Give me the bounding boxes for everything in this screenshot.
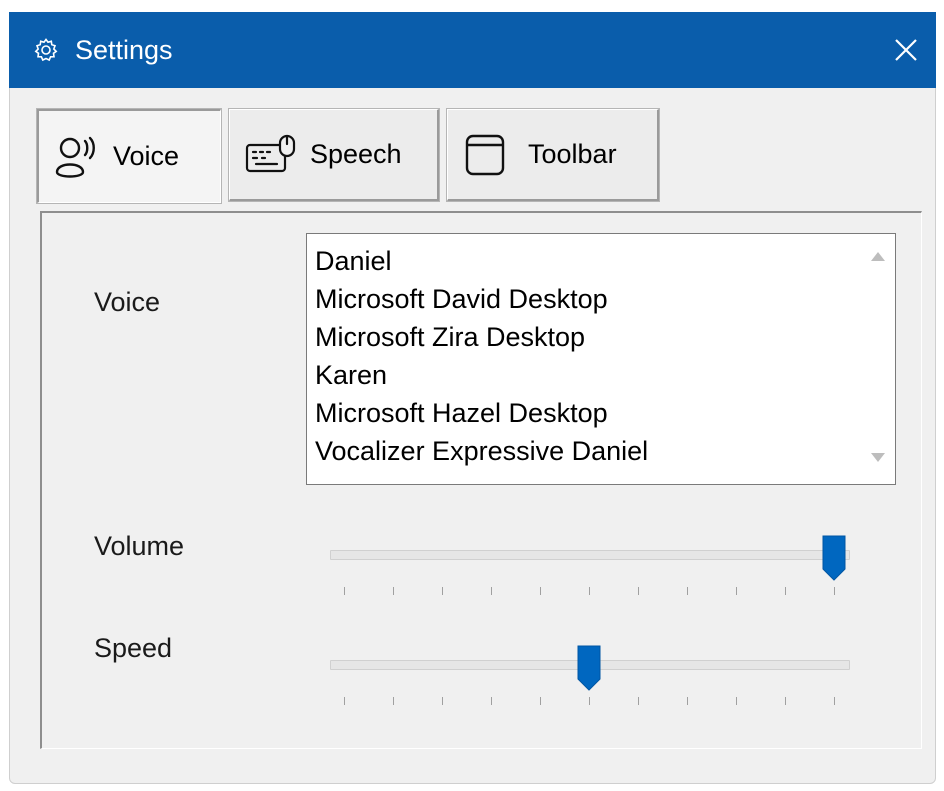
slider-tick [736, 587, 737, 595]
voice-label: Voice [94, 287, 161, 317]
slider-tick [344, 697, 345, 705]
tab-voice-label: Voice [113, 141, 180, 171]
voice-list-item[interactable]: Karen [315, 356, 855, 394]
keyboard-mouse-icon [244, 133, 300, 177]
speed-slider-thumb[interactable] [577, 645, 601, 691]
voice-list-item[interactable]: Daniel [315, 242, 855, 280]
slider-tick [491, 587, 492, 595]
voice-list-item[interactable]: Microsoft Hazel Desktop [315, 394, 855, 432]
scroll-down-arrow-icon[interactable] [871, 453, 885, 462]
settings-window: Settings Voice Speech Toolbar Voice Dani… [9, 12, 936, 784]
volume-slider-track[interactable] [330, 550, 850, 560]
volume-slider[interactable] [330, 535, 850, 609]
slider-tick [834, 697, 835, 705]
voice-list-item[interactable]: Microsoft Zira Desktop [315, 318, 855, 356]
window-icon [464, 132, 506, 178]
tab-voice[interactable]: Voice [36, 108, 222, 204]
slider-tick [785, 587, 786, 595]
window-title: Settings [75, 35, 173, 65]
slider-tick [638, 697, 639, 705]
tab-toolbar[interactable]: Toolbar [446, 108, 660, 202]
voice-list: Daniel Microsoft David Desktop Microsoft Z… [315, 242, 855, 470]
slider-tick [393, 697, 394, 705]
voice-icon [53, 132, 103, 182]
voice-list-item[interactable]: Vocalizer Expressive Daniel [315, 432, 855, 470]
volume-slider-thumb[interactable] [822, 535, 846, 581]
slider-tick [491, 697, 492, 705]
slider-tick [785, 697, 786, 705]
speed-slider[interactable] [330, 645, 850, 719]
slider-tick [393, 587, 394, 595]
slider-tick [687, 697, 688, 705]
volume-slider-ticks [330, 587, 850, 599]
close-icon [895, 39, 917, 61]
voice-list-scrollbar[interactable] [859, 234, 895, 484]
scroll-up-arrow-icon[interactable] [871, 252, 885, 261]
volume-label: Volume [94, 531, 185, 561]
slider-tick [638, 587, 639, 595]
slider-tick [540, 587, 541, 595]
slider-tick [442, 587, 443, 595]
voice-list-item[interactable]: Microsoft David Desktop [315, 280, 855, 318]
speed-slider-ticks [330, 697, 850, 709]
voice-settings-panel: Voice Daniel Microsoft David Desktop Micro… [40, 211, 922, 749]
tab-speech[interactable]: Speech [228, 108, 440, 202]
slider-tick [344, 587, 345, 595]
tab-speech-label: Speech [310, 139, 402, 169]
close-button[interactable] [876, 12, 936, 88]
tab-toolbar-label: Toolbar [528, 139, 617, 169]
slider-tick [687, 587, 688, 595]
slider-tick [834, 587, 835, 595]
gear-icon [34, 38, 58, 62]
slider-tick [442, 697, 443, 705]
title-bar[interactable]: Settings [9, 12, 936, 88]
speed-label: Speed [94, 633, 173, 663]
slider-tick [540, 697, 541, 705]
voice-listbox[interactable]: Daniel Microsoft David Desktop Microsoft Z… [306, 233, 896, 485]
slider-tick [589, 697, 590, 705]
slider-tick [736, 697, 737, 705]
slider-tick [589, 587, 590, 595]
